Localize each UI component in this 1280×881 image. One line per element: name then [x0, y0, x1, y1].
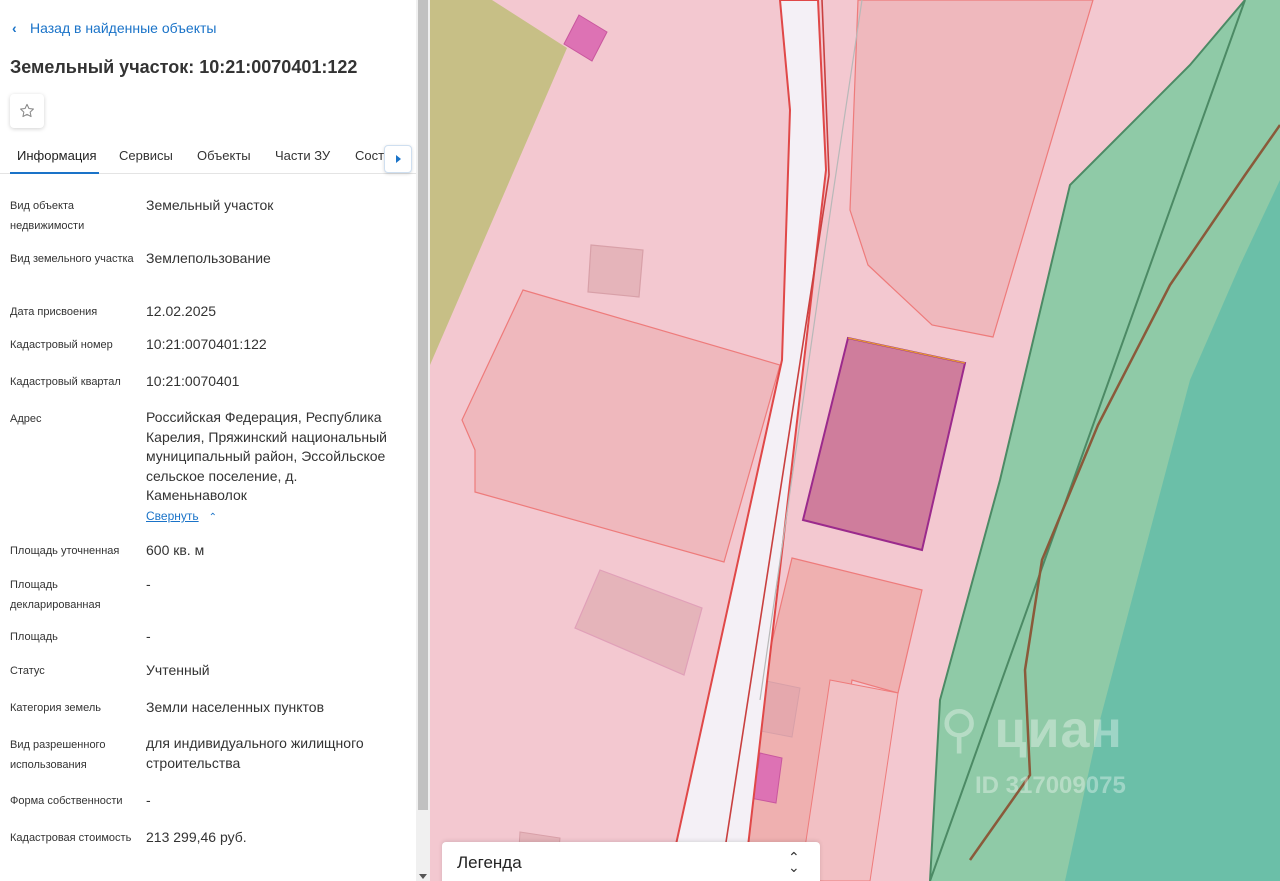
property-value-land-category: Земли населенных пунктов — [146, 699, 325, 715]
property-label-cadastral-quarter: Кадастровый квартал — [10, 376, 121, 388]
tab-objects[interactable]: Объекты — [197, 148, 251, 163]
property-value-area: - — [146, 628, 151, 644]
panel-scrollbar[interactable] — [416, 0, 430, 881]
property-value-address: Российская Федерация, Республика Карелия… — [146, 409, 387, 503]
cian-watermark-logo: ⚲ циан — [940, 700, 1123, 760]
chevron-up-icon: ⌃ — [208, 512, 218, 523]
scrollbar-thumb[interactable] — [418, 0, 428, 810]
tab-information[interactable]: Информация — [17, 148, 97, 163]
property-value-status: Учтенный — [146, 662, 210, 678]
property-value-ownership-form: - — [146, 792, 151, 808]
page-title: Земельный участок: 10:21:0070401:122 — [10, 57, 358, 77]
address-collapse-link[interactable]: Свернуть ⌃ — [146, 509, 217, 523]
watermark-id: ID 317009075 — [975, 772, 1126, 799]
tab-bar: Информация Сервисы Объекты Части ЗУ Сост… — [0, 138, 416, 174]
property-label-cadastral-value: Кадастровая стоимость — [10, 832, 132, 844]
property-label-area-specified: Площадь уточненная — [10, 545, 120, 557]
property-value-cadastral-quarter: 10:21:0070401 — [146, 373, 240, 389]
property-label-area-declared: Площадь декларированная — [10, 579, 101, 611]
map-canvas[interactable] — [430, 0, 1280, 881]
property-value-cadastral-number: 10:21:0070401:122 — [146, 336, 267, 352]
property-value-area-specified: 600 кв. м — [146, 542, 205, 558]
chevron-left-icon: ‹ — [12, 20, 17, 36]
property-value-object-type: Земельный участок — [146, 197, 274, 213]
property-label-permitted-use: Вид разрешенного использования — [10, 739, 106, 771]
tab-parcel-parts[interactable]: Части ЗУ — [275, 148, 330, 163]
property-label-cadastral-number: Кадастровый номер — [10, 339, 113, 351]
building-1 — [587, 244, 644, 298]
watermark-brand-text: циан — [994, 701, 1123, 759]
property-label-land-category: Категория земель — [10, 702, 101, 714]
property-label-ownership-form: Форма собственности — [10, 795, 123, 807]
collapse-link-label: Свернуть — [146, 509, 199, 523]
chevron-updown-icon[interactable]: ⌃ ⌄ — [788, 850, 800, 874]
favorite-button[interactable] — [10, 94, 44, 128]
property-label-area: Площадь — [10, 631, 58, 643]
property-value-assignment-date: 12.02.2025 — [146, 303, 217, 319]
location-pin-icon: ⚲ — [940, 701, 980, 759]
back-to-results-link[interactable]: ‹ Назад в найденные объекты — [12, 20, 216, 36]
property-label-parcel-kind: Вид земельного участка — [10, 253, 134, 265]
cadastral-map[interactable]: ⚲ циан ID 317009075 — [430, 0, 1280, 881]
legend-label: Легенда — [457, 853, 522, 872]
map-legend-panel[interactable]: Легенда ⌃ ⌄ — [442, 842, 820, 881]
active-tab-indicator — [10, 172, 99, 174]
property-value-area-declared: - — [146, 576, 151, 592]
property-label-assignment-date: Дата присвоения — [10, 306, 98, 318]
property-value-permitted-use: для индивидуального жилищного строительс… — [146, 735, 364, 771]
chevron-right-icon — [395, 155, 401, 163]
property-value-cadastral-value: 213 299,46 руб. — [146, 829, 247, 845]
back-link-label: Назад в найденные объекты — [30, 20, 217, 36]
star-outline-icon — [20, 103, 34, 118]
property-label-object-type: Вид объекта недвижимости — [10, 200, 85, 232]
tab-services[interactable]: Сервисы — [119, 148, 173, 163]
info-panel: ‹ Назад в найденные объекты Земельный уч… — [0, 0, 416, 881]
tabs-scroll-right-button[interactable] — [384, 145, 412, 173]
property-label-status: Статус — [10, 665, 45, 677]
property-label-address: Адрес — [10, 413, 42, 425]
property-value-parcel-kind: Землепользование — [146, 250, 271, 266]
scroll-down-arrow-icon[interactable] — [419, 874, 427, 879]
